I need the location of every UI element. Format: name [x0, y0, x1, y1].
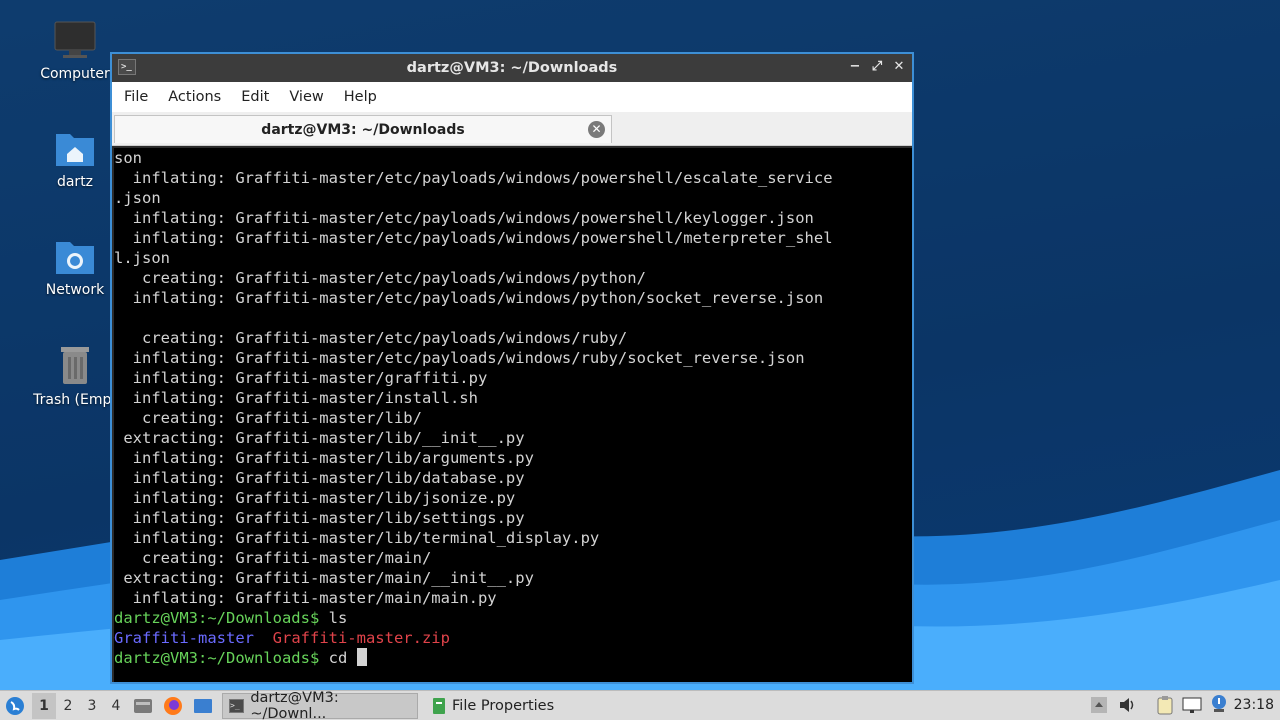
terminal-line: l.json — [114, 249, 170, 267]
prompt-line: dartz@VM3:~/Downloads$ ls — [114, 608, 912, 628]
menu-bar: File Actions Edit View Help — [112, 82, 912, 112]
taskbar-task-terminal[interactable]: >_ dartz@VM3: ~/Downl... — [222, 689, 418, 720]
menu-actions[interactable]: Actions — [166, 89, 231, 105]
terminal-line: inflating: Graffiti-master/etc/payloads/… — [114, 289, 824, 307]
command-input[interactable]: cd — [319, 649, 356, 667]
ls-output-line: Graffiti-master Graffiti-master.zip — [114, 628, 912, 648]
terminal-line: creating: Graffiti-master/etc/payloads/w… — [114, 269, 646, 287]
close-icon[interactable]: ✕ — [892, 58, 906, 76]
desktop-icon-computer[interactable]: Computer — [30, 20, 120, 82]
ls-directory: Graffiti-master — [114, 629, 254, 647]
maximize-icon[interactable]: ⤢ — [870, 58, 884, 76]
window-titlebar[interactable]: >_ dartz@VM3: ~/Downloads − ⤢ ✕ — [112, 54, 912, 82]
terminal-output[interactable]: son inflating: Graffiti-master/etc/paylo… — [114, 148, 912, 682]
tab-terminal[interactable]: dartz@VM3: ~/Downloads ✕ — [114, 115, 612, 143]
file-properties-icon — [433, 697, 445, 714]
terminal-line: inflating: Graffiti-master/main/main.py — [114, 589, 497, 607]
workspace-1[interactable]: 1 — [32, 692, 56, 719]
prompt: dartz@VM3:~/Downloads$ — [114, 609, 320, 627]
task-label: File Properties — [452, 697, 555, 714]
workspace-3[interactable]: 3 — [80, 698, 104, 714]
terminal-line: inflating: Graffiti-master/lib/terminal_… — [114, 529, 600, 547]
network-status-icon[interactable] — [1182, 696, 1202, 718]
menu-edit[interactable]: Edit — [239, 89, 279, 105]
terminal-line: inflating: Graffiti-master/lib/settings.… — [114, 509, 525, 527]
firefox-launcher[interactable] — [158, 696, 188, 716]
volume-icon[interactable] — [1118, 696, 1138, 718]
desktop-icon-home[interactable]: dartz — [30, 128, 120, 190]
terminal-line: inflating: Graffiti-master/etc/payloads/… — [114, 349, 805, 367]
home-folder-icon — [56, 134, 94, 166]
terminal-line: creating: Graffiti-master/main/ — [114, 549, 432, 567]
file-manager-launcher[interactable] — [128, 697, 158, 715]
terminal-line: inflating: Graffiti-master/etc/payloads/… — [114, 229, 833, 247]
desktop-icon-label: Computer — [40, 66, 110, 82]
terminal-line: creating: Graffiti-master/etc/payloads/w… — [114, 329, 628, 347]
computer-icon — [54, 21, 96, 58]
terminal-app-icon[interactable]: >_ — [118, 59, 136, 75]
show-desktop-button[interactable] — [188, 697, 218, 715]
tab-title: dartz@VM3: ~/Downloads — [261, 121, 465, 138]
terminal-task-icon: >_ — [229, 698, 245, 713]
file-manager-icon — [134, 698, 152, 713]
clock[interactable]: 23:18 — [1234, 697, 1274, 713]
tray-arrow-icon[interactable] — [1090, 696, 1108, 718]
tab-bar: dartz@VM3: ~/Downloads ✕ — [112, 112, 912, 146]
ls-archive: Graffiti-master.zip — [272, 629, 450, 647]
terminal-line: inflating: Graffiti-master/install.sh — [114, 389, 478, 407]
menu-file[interactable]: File — [122, 89, 158, 105]
desktop-icon-label: dartz — [56, 174, 94, 190]
ls-separator — [254, 629, 273, 647]
prompt-line-active: dartz@VM3:~/Downloads$ cd — [114, 648, 912, 668]
desktop-icon-network[interactable]: Network — [30, 236, 120, 298]
taskbar-task-file-properties[interactable]: File Properties — [426, 693, 560, 719]
prompt: dartz@VM3:~/Downloads$ — [114, 649, 320, 667]
desktop-icon-label: Network — [45, 282, 105, 298]
terminal-line: inflating: Graffiti-master/etc/payloads/… — [114, 209, 814, 227]
terminal-window: >_ dartz@VM3: ~/Downloads − ⤢ ✕ File Act… — [110, 52, 914, 684]
terminal-line: extracting: Graffiti-master/main/__init_… — [114, 569, 534, 587]
clipboard-icon[interactable] — [1156, 695, 1174, 719]
terminal-line: son — [114, 149, 142, 167]
desktop-icon — [194, 698, 212, 713]
terminal-line: .json — [114, 189, 161, 207]
workspace-2[interactable]: 2 — [56, 698, 80, 714]
taskbar: 1 2 3 4 >_ dartz@VM3: ~/Downl... File Pr… — [0, 690, 1280, 720]
task-label: dartz@VM3: ~/Downl... — [250, 689, 339, 720]
window-title: dartz@VM3: ~/Downloads — [406, 60, 618, 76]
terminal-line: creating: Graffiti-master/lib/ — [114, 409, 422, 427]
start-menu-button[interactable] — [0, 696, 30, 716]
text-cursor — [356, 648, 367, 666]
menu-view[interactable]: View — [287, 89, 333, 105]
firefox-icon — [164, 696, 182, 715]
command: ls — [319, 609, 348, 627]
terminal-line: inflating: Graffiti-master/lib/jsonize.p… — [114, 489, 516, 507]
minimize-icon[interactable]: − — [848, 58, 862, 76]
desktop-icon-label: Trash (Empt — [33, 392, 117, 408]
desktop-icon-trash[interactable]: Trash (Empt — [30, 344, 120, 408]
workspace-4[interactable]: 4 — [104, 698, 128, 714]
terminal-line: inflating: Graffiti-master/lib/arguments… — [114, 449, 534, 467]
trash-icon — [61, 347, 89, 384]
terminal-line: inflating: Graffiti-master/lib/database.… — [114, 469, 525, 487]
terminal-line: extracting: Graffiti-master/lib/__init__… — [114, 429, 525, 447]
network-folder-icon — [56, 242, 94, 274]
menu-help[interactable]: Help — [342, 89, 387, 105]
notification-icon[interactable] — [1210, 694, 1228, 718]
lxqt-logo-icon — [6, 696, 24, 715]
tab-close-icon[interactable]: ✕ — [588, 121, 605, 138]
terminal-line: inflating: Graffiti-master/etc/payloads/… — [114, 169, 833, 187]
terminal-line: inflating: Graffiti-master/graffiti.py — [114, 369, 488, 387]
